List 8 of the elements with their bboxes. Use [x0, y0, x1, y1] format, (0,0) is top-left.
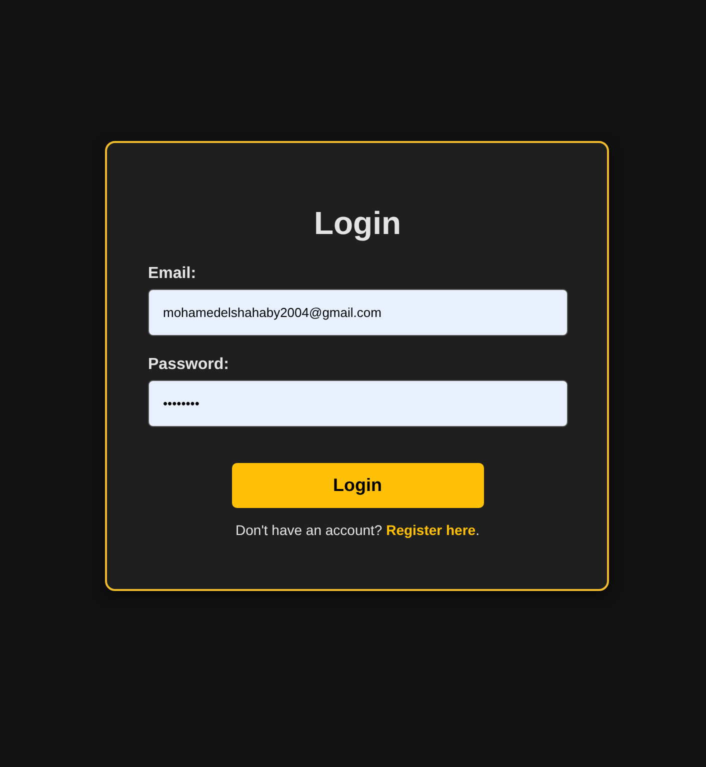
- register-prompt: Don't have an account? Register here.: [236, 522, 480, 538]
- login-button[interactable]: Login: [232, 463, 484, 508]
- field-label: Email:: [148, 265, 196, 283]
- form-title: Login: [314, 204, 402, 243]
- input-field[interactable]: ••••••••: [148, 380, 568, 427]
- input-field[interactable]: mohamedelshahaby2004@gmail.com: [148, 289, 568, 336]
- register-link[interactable]: Register here: [386, 522, 476, 538]
- field-label: Password:: [148, 356, 229, 374]
